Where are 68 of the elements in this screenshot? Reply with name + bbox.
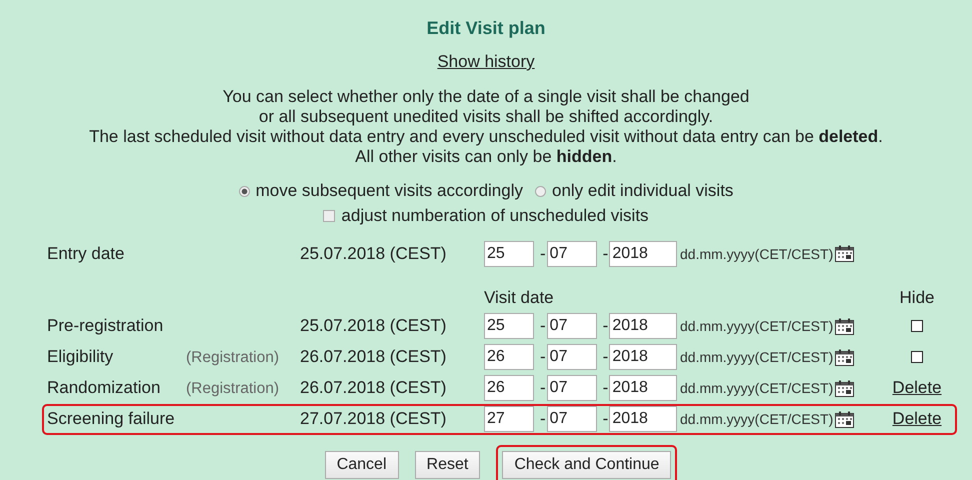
visit-name: Screening failure bbox=[47, 409, 176, 429]
visit-date: 25.07.2018 (CEST) bbox=[300, 244, 448, 264]
calendar-icon[interactable] bbox=[835, 380, 854, 396]
instruction-text: or all subsequent unedited visits shall be shifted accordingly. bbox=[258, 107, 714, 127]
calendar-icon[interactable] bbox=[835, 245, 854, 262]
form-button[interactable]: Cancel bbox=[324, 450, 399, 478]
column-header: Hide bbox=[898, 288, 936, 308]
day-field[interactable]: 26 bbox=[484, 375, 534, 401]
date-format-hint: dd.mm.yyyy(CET/CEST) bbox=[680, 411, 834, 427]
year-field[interactable]: 2018 bbox=[609, 313, 678, 339]
visit-date: 25.07.2018 (CEST) bbox=[300, 316, 448, 336]
month-field[interactable]: 07 bbox=[546, 406, 597, 432]
checkbox[interactable] bbox=[323, 210, 336, 222]
visit-name: Pre-registration bbox=[47, 316, 164, 336]
form-button[interactable]: Reset bbox=[414, 450, 480, 478]
hide-checkbox[interactable] bbox=[911, 320, 923, 332]
visit-name: Eligibility bbox=[47, 347, 114, 367]
separator: - bbox=[540, 347, 546, 367]
form-button[interactable]: Check and Continue bbox=[502, 450, 672, 478]
visit-date: 26.07.2018 (CEST) bbox=[300, 378, 448, 398]
instruction-text: All other visits can only be hidden. bbox=[354, 147, 618, 167]
visit-type: (Registration) bbox=[186, 349, 280, 366]
separator: - bbox=[540, 378, 546, 398]
show-history-link[interactable]: Show history bbox=[437, 52, 535, 71]
year-field[interactable]: 2018 bbox=[609, 344, 678, 370]
option-label: only edit individual visits bbox=[552, 180, 734, 202]
separator: - bbox=[602, 347, 608, 367]
instruction-text: The last scheduled visit without data entry and every unscheduled visit without data entry can be deleted. bbox=[88, 127, 884, 147]
calendar-icon[interactable] bbox=[835, 318, 854, 334]
year-field[interactable]: 2018 bbox=[609, 406, 678, 432]
visit-date: 26.07.2018 (CEST) bbox=[300, 347, 448, 367]
calendar-icon[interactable] bbox=[835, 348, 854, 366]
option-label: adjust numberation of unscheduled visits bbox=[341, 204, 649, 226]
column-header: Visit date bbox=[484, 288, 555, 308]
page-title: Edit Visit plan bbox=[426, 18, 546, 38]
day-field[interactable]: 25 bbox=[484, 313, 534, 339]
instruction-text: You can select whether only the date of a single visit shall be changed bbox=[222, 87, 750, 107]
month-field[interactable]: 07 bbox=[546, 313, 597, 339]
visit-name: Randomization bbox=[47, 378, 162, 398]
separator: - bbox=[602, 378, 608, 398]
hide-checkbox[interactable] bbox=[911, 351, 923, 363]
day-field[interactable]: 26 bbox=[484, 344, 534, 370]
month-field[interactable]: 07 bbox=[546, 240, 597, 266]
month-field[interactable]: 07 bbox=[546, 375, 597, 401]
day-field[interactable]: 27 bbox=[484, 406, 534, 432]
separator: - bbox=[540, 244, 546, 264]
month-field[interactable]: 07 bbox=[546, 344, 597, 370]
date-format-hint: dd.mm.yyyy(CET/CEST) bbox=[680, 380, 834, 396]
visit-type: (Registration) bbox=[186, 380, 280, 397]
calendar-icon[interactable] bbox=[835, 410, 854, 428]
radio-button[interactable] bbox=[238, 186, 250, 196]
separator: - bbox=[540, 316, 546, 336]
date-format-hint: dd.mm.yyyy(CET/CEST) bbox=[680, 318, 834, 334]
separator: - bbox=[602, 244, 608, 264]
separator: - bbox=[540, 409, 546, 429]
day-field[interactable]: 25 bbox=[484, 240, 534, 266]
visit-date: 27.07.2018 (CEST) bbox=[300, 409, 448, 429]
separator: - bbox=[602, 409, 608, 429]
year-field[interactable]: 2018 bbox=[609, 375, 678, 401]
delete-link[interactable]: Delete bbox=[892, 378, 942, 398]
visit-name: Entry date bbox=[47, 244, 126, 264]
radio-button[interactable] bbox=[535, 186, 546, 196]
delete-link[interactable]: Delete bbox=[892, 409, 942, 429]
separator: - bbox=[602, 316, 608, 336]
year-field[interactable]: 2018 bbox=[609, 240, 678, 266]
date-format-hint: dd.mm.yyyy(CET/CEST) bbox=[680, 246, 834, 262]
date-format-hint: dd.mm.yyyy(CET/CEST) bbox=[680, 349, 834, 365]
option-label: move subsequent visits accordingly bbox=[256, 180, 523, 202]
